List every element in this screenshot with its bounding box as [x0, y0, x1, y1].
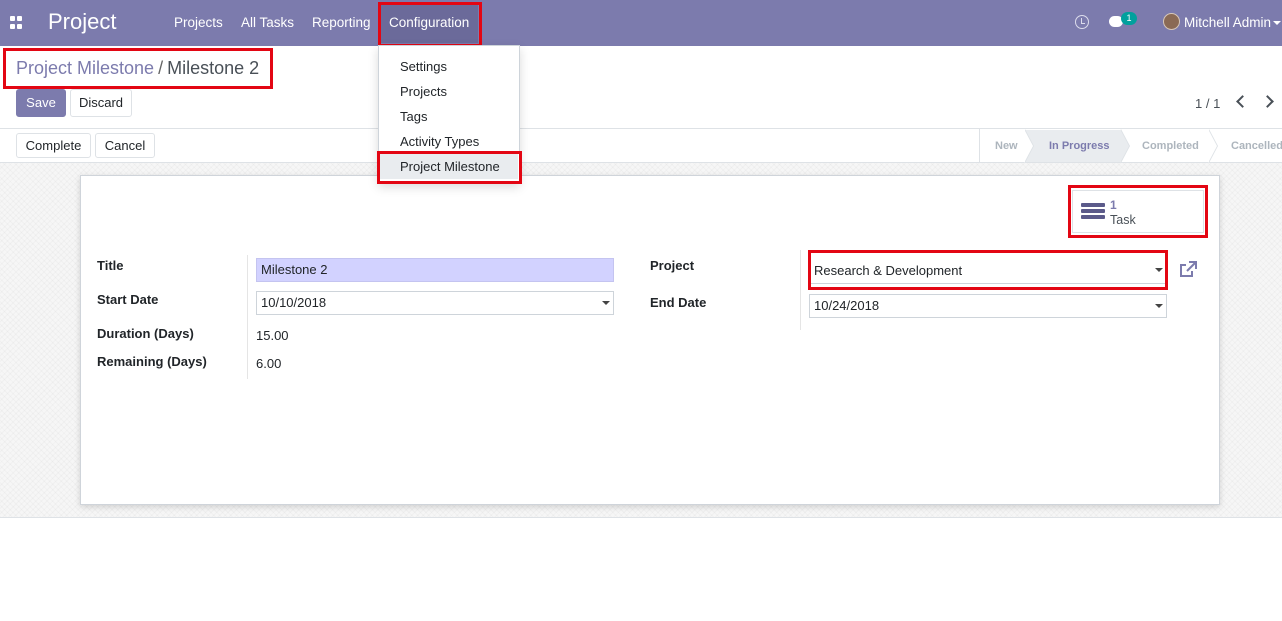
highlight-project-milestone — [377, 151, 522, 184]
stage-in-progress[interactable]: In Progress — [1049, 140, 1110, 152]
end-date-label: End Date — [650, 295, 707, 310]
remaining-label: Remaining (Days) — [97, 354, 207, 369]
cancel-button[interactable]: Cancel — [95, 133, 155, 158]
duration-value: 15.00 — [256, 328, 289, 343]
save-button[interactable]: Save — [16, 89, 66, 117]
complete-button[interactable]: Complete — [16, 133, 91, 158]
discard-button[interactable]: Discard — [70, 89, 132, 117]
highlight-breadcrumb — [3, 48, 273, 89]
start-date-label: Start Date — [97, 292, 159, 307]
top-navbar: Project Projects All Tasks Reporting Con… — [0, 0, 1282, 46]
dropdown-item-settings[interactable]: Settings — [400, 59, 447, 74]
chat-count-badge: 1 — [1121, 12, 1137, 25]
duration-label: Duration (Days) — [97, 326, 194, 341]
stage-completed[interactable]: Completed — [1142, 140, 1199, 152]
dropdown-item-activity-types[interactable]: Activity Types — [400, 134, 479, 149]
highlight-task-button — [1068, 185, 1208, 238]
end-date-input[interactable]: 10/24/2018 — [809, 294, 1167, 318]
highlight-project-field — [808, 250, 1168, 290]
menu-projects[interactable]: Projects — [174, 15, 223, 30]
stage-chevron — [1120, 129, 1129, 163]
external-link-icon[interactable] — [1179, 261, 1197, 278]
app-title: Project — [48, 9, 117, 34]
project-label: Project — [650, 258, 695, 273]
menu-all-tasks[interactable]: All Tasks — [241, 15, 294, 30]
stage-pipeline — [979, 129, 980, 162]
end-date-caret-icon[interactable] — [1155, 304, 1163, 308]
activity-clock-icon[interactable] — [1075, 15, 1089, 29]
pager-previous-icon[interactable] — [1236, 95, 1249, 108]
label-separator — [800, 250, 801, 330]
highlight-configuration — [378, 2, 482, 47]
start-date-input[interactable]: 10/10/2018 — [256, 291, 614, 315]
title-input[interactable]: Milestone 2 — [256, 258, 614, 282]
start-date-caret-icon[interactable] — [602, 301, 610, 305]
stage-new[interactable]: New — [995, 140, 1018, 152]
user-name[interactable]: Mitchell Admin — [1184, 15, 1271, 30]
user-avatar[interactable] — [1163, 13, 1180, 30]
stage-cancelled[interactable]: Cancelled — [1231, 140, 1282, 152]
stage-chevron — [1208, 129, 1217, 163]
apps-menu-icon[interactable] — [10, 16, 23, 29]
menu-reporting[interactable]: Reporting — [312, 15, 371, 30]
dropdown-item-tags[interactable]: Tags — [400, 109, 427, 124]
form-sheet — [80, 175, 1220, 505]
pager-value[interactable]: 1 / 1 — [1195, 96, 1220, 111]
stage-chevron — [1024, 129, 1033, 163]
dropdown-item-projects[interactable]: Projects — [400, 84, 447, 99]
pager-next-icon[interactable] — [1261, 95, 1274, 108]
label-separator — [247, 255, 248, 379]
remaining-value: 6.00 — [256, 356, 282, 371]
title-label: Title — [97, 258, 124, 273]
user-menu-caret-icon[interactable] — [1273, 21, 1281, 25]
